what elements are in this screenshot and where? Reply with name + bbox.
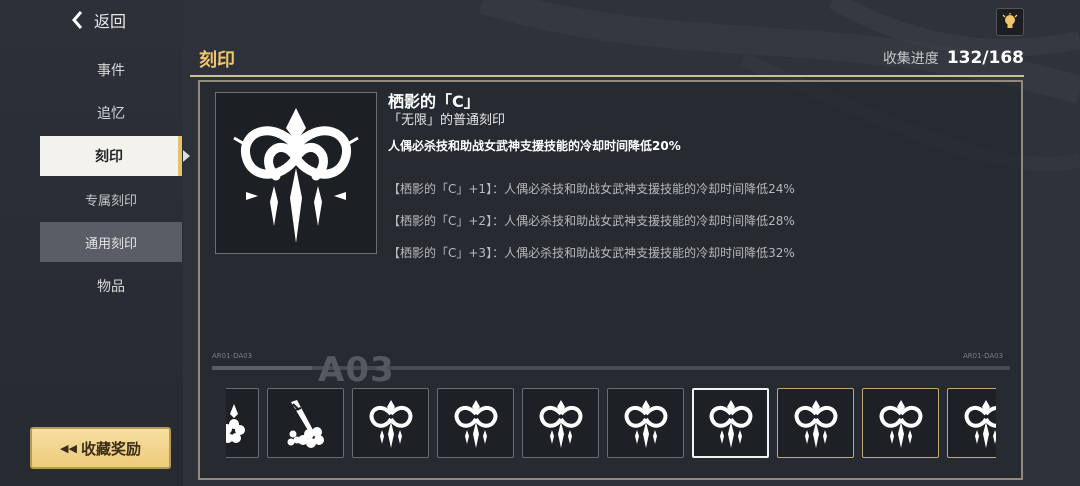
stigmata-slot[interactable] [947, 388, 996, 458]
stigmata-slot[interactable] [226, 388, 259, 458]
serpent-emblem-icon [794, 400, 837, 448]
serpent-emblem-icon [964, 400, 996, 448]
collection-reward-button[interactable]: ◀◀ 收藏奖励 [30, 427, 171, 469]
collection-progress: 收集进度 132/168 [883, 48, 1024, 68]
serpent-emblem-icon [454, 400, 497, 448]
serpent-emblem-icon [879, 400, 922, 448]
nav-item-exclusive-stigmata[interactable]: 专属刻印 [40, 179, 182, 219]
back-button[interactable]: 返回 [70, 8, 126, 32]
sakura-emblem-icon [226, 404, 245, 443]
stigmata-description: 人偶必杀技和助战女武神支援技能的冷却时间降低20% [388, 139, 681, 153]
nav-item-label: 追忆 [97, 106, 125, 122]
reward-button-label: 收藏奖励 [80, 439, 141, 458]
timeline-tag-left: AR01-DA03 [212, 352, 253, 360]
lightbulb-icon [1002, 13, 1018, 28]
nav-item-label: 专属刻印 [84, 193, 137, 209]
serpent-emblem-icon [539, 400, 582, 448]
timeline-code: A03 [318, 350, 395, 390]
progress-value: 132/168 [946, 48, 1024, 68]
title-divider [190, 75, 1024, 77]
sidebar: 返回 事件 追忆 刻印 专属刻印 通用刻印 物品 ◀◀ 收藏奖励 [0, 0, 190, 486]
nav-item-label: 物品 [97, 279, 125, 295]
nav-item-label: 事件 [97, 63, 125, 79]
chevron-left-icon [72, 11, 83, 29]
stigmata-type: 「无限」的普通刻印 [388, 113, 506, 128]
stigmata-emblem-frame [215, 92, 377, 254]
stigmata-strip[interactable] [226, 387, 996, 459]
section-title: 刻印 [199, 50, 235, 71]
nav-item-memories[interactable]: 追忆 [40, 93, 182, 133]
stigmata-slot-selected[interactable] [692, 388, 769, 458]
stigmata-slot[interactable] [607, 388, 684, 458]
stigmata-bonus-3: 【栖影的「C」+3】：人偶必杀技和助战女武神支援技能的冷却时间降低32% [388, 246, 795, 260]
nav-item-events[interactable]: 事件 [40, 50, 182, 90]
nav-item-label: 刻印 [95, 149, 123, 165]
stigmata-slot[interactable] [522, 388, 599, 458]
back-label: 返回 [94, 12, 127, 31]
stigmata-slot[interactable] [862, 388, 939, 458]
nav-item-items[interactable]: 物品 [40, 266, 182, 306]
timeline-line-left [212, 366, 312, 370]
nav-item-stigmata[interactable]: 刻印 [40, 136, 190, 176]
stigmata-slot[interactable] [267, 388, 344, 458]
stigmata-bonus-2: 【栖影的「C」+2】：人偶必杀技和助战女武神支援技能的冷却时间降低28% [388, 214, 795, 228]
sakura-sword-emblem-icon [287, 400, 324, 448]
progress-label: 收集进度 [882, 51, 939, 67]
double-arrow-left-icon: ◀◀ [60, 441, 77, 455]
serpent-emblem-icon [233, 108, 359, 243]
nav-item-label: 通用刻印 [84, 236, 137, 252]
serpent-emblem-icon [624, 400, 667, 448]
serpent-emblem-icon [369, 400, 412, 448]
nav-item-general-stigmata[interactable]: 通用刻印 [40, 222, 182, 262]
stigmata-bonus-1: 【栖影的「C」+1】：人偶必杀技和助战女武神支援技能的冷却时间降低24% [388, 182, 795, 196]
stigmata-slot[interactable] [437, 388, 514, 458]
timeline-tag-right: AR01-DA03 [963, 352, 1004, 360]
stigmata-slot[interactable] [777, 388, 854, 458]
stigmata-slot[interactable] [352, 388, 429, 458]
serpent-emblem-icon [709, 400, 752, 448]
hint-button[interactable] [996, 8, 1024, 36]
